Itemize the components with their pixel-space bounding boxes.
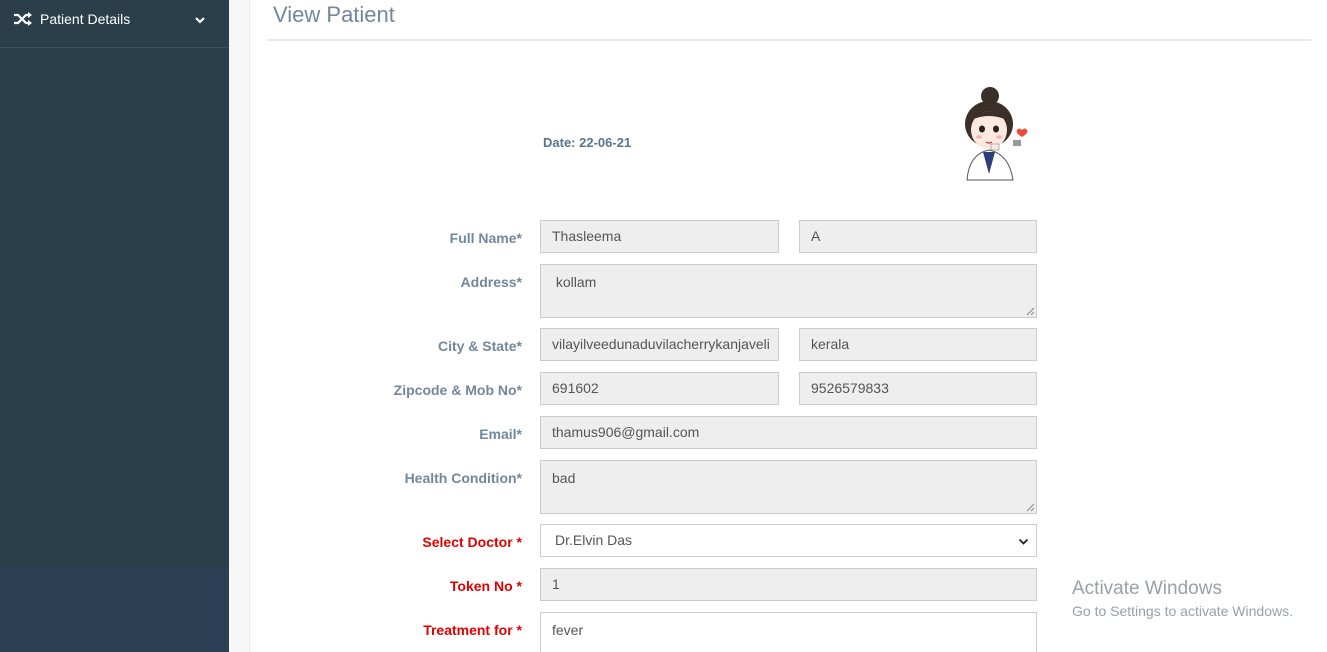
address-label: Address* [460, 274, 522, 290]
health-condition-label: Health Condition* [404, 470, 522, 486]
sidebar: Patient Details [0, 0, 229, 652]
shuffle-icon [14, 12, 32, 26]
chevron-down-icon[interactable] [194, 14, 206, 26]
full-name-label: Full Name* [449, 230, 522, 246]
chevron-down-icon [1018, 538, 1029, 545]
mobile-field[interactable]: 9526579833 [799, 372, 1037, 405]
main-panel: View Patient Date: 22-06-21 Full Name* T… [249, 0, 1327, 652]
doctor-select-value: Dr.Elvin Das [555, 532, 633, 548]
health-condition-field[interactable]: bad [540, 460, 1037, 514]
select-doctor-label: Select Doctor * [422, 534, 522, 550]
city-field[interactable]: vilayilveedunaduvilacherrykanjaveli [540, 328, 779, 361]
token-no-field[interactable]: 1 [540, 568, 1037, 601]
zip-mobile-label: Zipcode & Mob No* [393, 382, 522, 398]
date-label: Date: 22-06-21 [543, 135, 632, 150]
sidebar-footer [0, 568, 229, 652]
patient-avatar [965, 87, 1028, 181]
last-name-field[interactable]: A [799, 220, 1037, 253]
zipcode-field[interactable]: 691602 [540, 372, 779, 405]
state-field[interactable]: kerala [799, 328, 1037, 361]
address-field[interactable]: kollam [540, 264, 1037, 318]
resize-handle-icon[interactable] [1026, 307, 1035, 316]
health-condition-value: bad [552, 470, 576, 486]
treatment-for-field[interactable]: fever [540, 612, 1037, 652]
page-title: View Patient [273, 2, 395, 27]
email-field[interactable]: thamus906@gmail.com [540, 416, 1037, 449]
resize-handle-icon[interactable] [1026, 503, 1035, 512]
first-name-field[interactable]: Thasleema [540, 220, 779, 253]
treatment-for-value: fever [552, 622, 584, 638]
city-state-label: City & State* [437, 338, 522, 354]
sidebar-item-label: Patient Details [40, 11, 131, 27]
treatment-for-label: Treatment for * [423, 622, 522, 638]
email-label: Email* [479, 426, 522, 442]
sidebar-item-patient-details[interactable]: Patient Details [0, 0, 229, 48]
token-no-label: Token No * [449, 578, 522, 594]
watermark-title: Activate Windows [1072, 578, 1222, 599]
address-value: kollam [552, 274, 597, 290]
title-divider [267, 39, 1311, 41]
watermark-subtitle: Go to Settings to activate Windows. [1072, 603, 1293, 619]
doctor-select[interactable]: Dr.Elvin Das [540, 524, 1037, 557]
windows-activation-watermark: Activate Windows Go to Settings to activ… [1072, 578, 1293, 619]
